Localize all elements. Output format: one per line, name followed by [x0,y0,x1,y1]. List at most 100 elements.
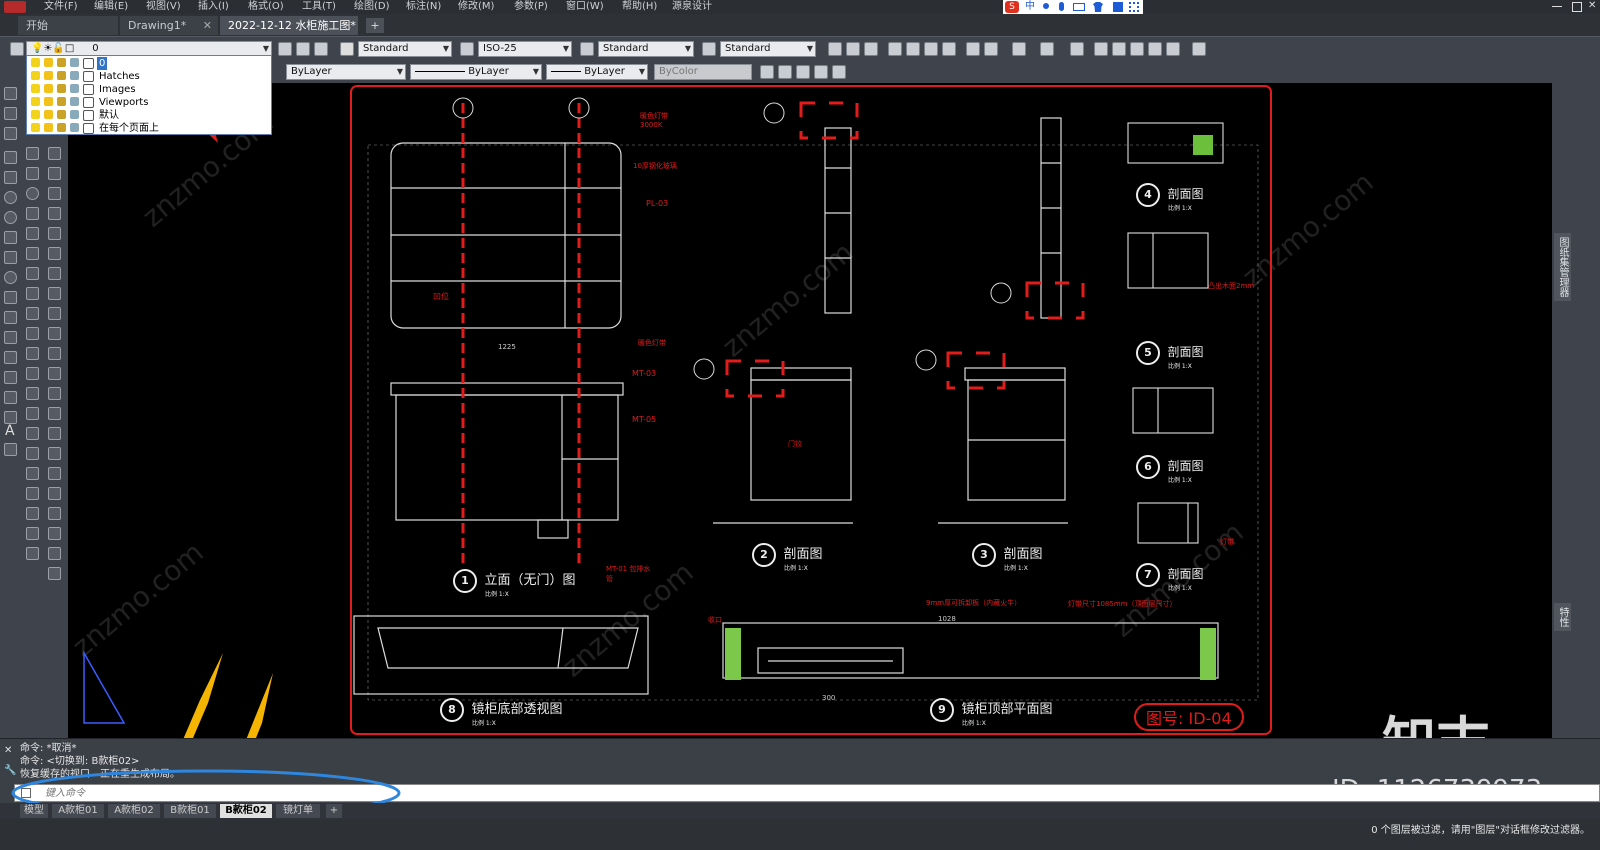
revcloud-icon[interactable] [4,231,17,244]
menu-view[interactable]: 视图(V) [146,0,181,14]
drawing-canvas[interactable]: znzmo.com znzmo.com znzmo.com znzmo.com … [68,83,1552,738]
layer-item-default[interactable]: 默认 [27,109,271,122]
menu-draw[interactable]: 绘图(D) [354,0,390,14]
xline-icon[interactable] [4,107,17,120]
pedit-icon[interactable] [48,527,61,540]
layer-item-images[interactable]: Images [27,83,271,96]
3dprint-icon[interactable] [942,42,956,56]
dim-jogged-icon[interactable] [26,307,39,320]
array-icon[interactable] [48,227,61,240]
app-logo-icon[interactable] [4,1,26,13]
zoom-all-icon[interactable] [832,65,846,79]
ime-logo-icon[interactable]: S [1005,1,1019,13]
new-tab-button[interactable]: + [366,18,384,33]
lengthen-icon[interactable] [48,487,61,500]
publish-icon[interactable] [924,42,938,56]
pan-icon[interactable] [1070,42,1084,56]
dim-diameter-icon[interactable] [26,327,39,340]
dim-ordinate-icon[interactable] [26,267,39,280]
layer-properties-icon[interactable] [10,42,24,56]
menu-modify[interactable]: 修改(M) [458,0,494,14]
ellipse-icon[interactable] [4,271,17,284]
close-tab-icon[interactable]: ✕ [203,16,212,35]
center-mark-icon[interactable] [26,487,39,500]
layout-tab[interactable]: A款柜02 [108,804,160,818]
menu-insert[interactable]: 插入(I) [198,0,229,14]
dim-update-icon[interactable] [26,547,39,560]
dim-break-icon[interactable] [26,447,39,460]
layout-tab[interactable]: A款柜01 [52,804,104,818]
fillet-icon[interactable] [48,427,61,440]
tolerance-icon[interactable] [26,467,39,480]
stretch-icon[interactable] [48,307,61,320]
make-current-icon[interactable] [278,42,292,56]
ime-keyboard-icon[interactable] [1073,3,1085,11]
mirror-icon[interactable] [48,187,61,200]
menu-plugin[interactable]: 源泉设计 [672,0,712,14]
tool-palettes-icon[interactable] [1130,42,1144,56]
hatchedit-icon[interactable] [48,567,61,580]
tab-drawing1[interactable]: Drawing1* ✕ [120,16,218,35]
color-combo[interactable]: ByLayer ▼ [286,64,406,80]
copy-object-icon[interactable] [48,167,61,180]
layer-match-icon[interactable] [314,42,328,56]
mleader-style-combo[interactable]: Standard ▼ [720,41,816,57]
dim-arc-icon[interactable] [26,247,39,260]
dim-style-combo[interactable]: ISO-25 ▼ [478,41,572,57]
sheet-set-manager-tab[interactable]: 图纸集管理器 [1554,233,1571,301]
ime-mode-label[interactable]: 中 [1025,0,1035,14]
area-icon[interactable] [26,167,39,180]
trim-icon[interactable] [48,327,61,340]
spline-icon[interactable] [4,251,17,264]
text-style-combo[interactable]: Standard ▼ [358,41,452,57]
align-icon[interactable] [48,507,61,520]
extend-icon[interactable] [48,347,61,360]
close-icon[interactable]: ✕ [1588,0,1596,11]
ime-toolbox-icon[interactable] [1113,2,1123,12]
baseline-icon[interactable] [26,387,39,400]
ime-menu-icon[interactable] [1129,2,1139,12]
layer-previous-icon[interactable] [296,42,310,56]
polyline-icon[interactable] [4,127,17,140]
close-icon[interactable]: ✕ [4,745,12,756]
arc-icon[interactable] [4,191,17,204]
plot-preview-icon[interactable] [906,42,920,56]
add-selected-icon[interactable] [4,443,17,456]
menu-parametric[interactable]: 参数(P) [514,0,548,14]
tab-start[interactable]: 开始 [18,16,118,35]
make-block-icon[interactable] [4,311,17,324]
menu-help[interactable]: 帮助(H) [622,0,657,14]
close-tab-icon[interactable]: ✕ [343,16,352,35]
redo-icon[interactable] [1040,42,1054,56]
mtext-icon[interactable]: A [5,423,15,439]
properties-tab[interactable]: 特性 [1554,603,1571,631]
add-layout-button[interactable]: + [326,804,342,818]
menu-tools[interactable]: 工具(T) [302,0,336,14]
layout-tab[interactable]: B款柜01 [164,804,216,818]
lineweight-combo[interactable]: ByLayer ▼ [546,64,648,80]
polygon-icon[interactable] [4,151,17,164]
help-icon[interactable] [1192,42,1206,56]
continue-icon[interactable] [26,407,39,420]
dim-angular-icon[interactable] [26,347,39,360]
layout-tab-active[interactable]: B款柜02 [220,804,272,818]
ime-skin-icon[interactable] [1093,2,1103,12]
quick-dim-icon[interactable] [26,367,39,380]
open-file-icon[interactable] [846,42,860,56]
design-center-icon[interactable] [1112,42,1126,56]
break-icon[interactable] [48,367,61,380]
layout-tab-model[interactable]: 模型 [20,804,48,818]
splinedit-icon[interactable] [48,547,61,560]
sheet-set-icon[interactable] [1148,42,1162,56]
plot-icon[interactable] [888,42,902,56]
ucs-icon[interactable] [778,65,792,79]
zoom-window-icon[interactable] [796,65,810,79]
menu-window[interactable]: 窗口(W) [566,0,604,14]
insert-block-icon[interactable] [4,291,17,304]
menu-dimension[interactable]: 标注(N) [406,0,441,14]
restore-icon[interactable] [1572,2,1582,12]
layer-item-every-page[interactable]: 在每个页面上 [27,122,271,135]
circle2-icon[interactable] [26,187,39,200]
blend-icon[interactable] [48,447,61,460]
hatch-icon[interactable] [4,351,17,364]
